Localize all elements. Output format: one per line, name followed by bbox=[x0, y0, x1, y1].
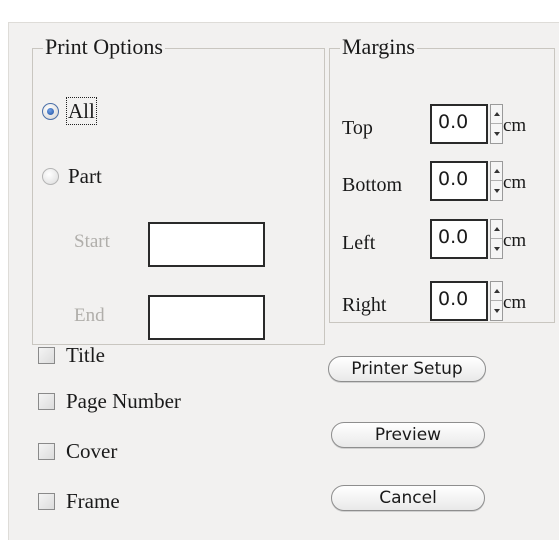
margin-right-label: Right bbox=[342, 294, 387, 316]
spin-down-icon[interactable] bbox=[491, 301, 502, 320]
margin-top-unit: cm bbox=[503, 115, 527, 136]
page-number-checkbox[interactable] bbox=[38, 393, 55, 410]
cancel-button[interactable]: Cancel bbox=[331, 485, 485, 511]
margins-legend: Margins bbox=[340, 34, 417, 59]
page-number-checkbox-label[interactable]: Page Number bbox=[66, 389, 181, 413]
radio-selected-dot bbox=[47, 108, 54, 115]
margin-top-spinner[interactable] bbox=[490, 104, 503, 144]
margin-left-input[interactable]: 0.0 bbox=[430, 219, 488, 259]
margin-top-input[interactable]: 0.0 bbox=[430, 104, 488, 144]
margin-left-label: Left bbox=[342, 232, 376, 254]
preview-button[interactable]: Preview bbox=[331, 422, 485, 448]
title-checkbox[interactable] bbox=[38, 347, 55, 364]
margin-right-spinner[interactable] bbox=[490, 281, 503, 321]
spin-down-icon[interactable] bbox=[491, 239, 502, 258]
margin-right-input[interactable]: 0.0 bbox=[430, 281, 488, 321]
end-input[interactable] bbox=[148, 295, 265, 340]
cover-checkbox-label[interactable]: Cover bbox=[66, 439, 117, 463]
radio-part-label[interactable]: Part bbox=[68, 164, 102, 188]
end-label: End bbox=[74, 305, 105, 326]
margin-bottom-input[interactable]: 0.0 bbox=[430, 161, 488, 201]
print-options-legend: Print Options bbox=[43, 34, 165, 59]
frame-checkbox-label[interactable]: Frame bbox=[66, 489, 120, 513]
spin-down-icon[interactable] bbox=[491, 124, 502, 143]
margin-top-label: Top bbox=[342, 117, 373, 139]
printer-setup-button[interactable]: Printer Setup bbox=[328, 356, 486, 382]
spin-up-icon[interactable] bbox=[491, 282, 502, 301]
print-dialog: Print Options All Part Start End Margins… bbox=[8, 22, 559, 540]
margin-left-spinner[interactable] bbox=[490, 219, 503, 259]
start-label: Start bbox=[74, 231, 110, 252]
margin-bottom-label: Bottom bbox=[342, 174, 403, 196]
radio-part[interactable] bbox=[42, 168, 59, 185]
spin-up-icon[interactable] bbox=[491, 162, 502, 181]
start-input[interactable] bbox=[148, 222, 265, 267]
spin-down-icon[interactable] bbox=[491, 181, 502, 200]
print-options-group: Print Options All Part Start End bbox=[32, 35, 325, 345]
frame-checkbox[interactable] bbox=[38, 493, 55, 510]
spin-up-icon[interactable] bbox=[491, 220, 502, 239]
radio-all-label[interactable]: All bbox=[66, 97, 97, 125]
margin-bottom-spinner[interactable] bbox=[490, 161, 503, 201]
radio-all[interactable] bbox=[42, 103, 59, 120]
title-checkbox-label[interactable]: Title bbox=[66, 343, 105, 367]
margin-bottom-unit: cm bbox=[503, 172, 527, 193]
cover-checkbox[interactable] bbox=[38, 443, 55, 460]
margin-right-unit: cm bbox=[503, 292, 527, 313]
margins-group: Margins Top 0.0 cm Bottom 0.0 cm Left 0.… bbox=[329, 35, 555, 323]
margin-left-unit: cm bbox=[503, 230, 527, 251]
spin-up-icon[interactable] bbox=[491, 105, 502, 124]
